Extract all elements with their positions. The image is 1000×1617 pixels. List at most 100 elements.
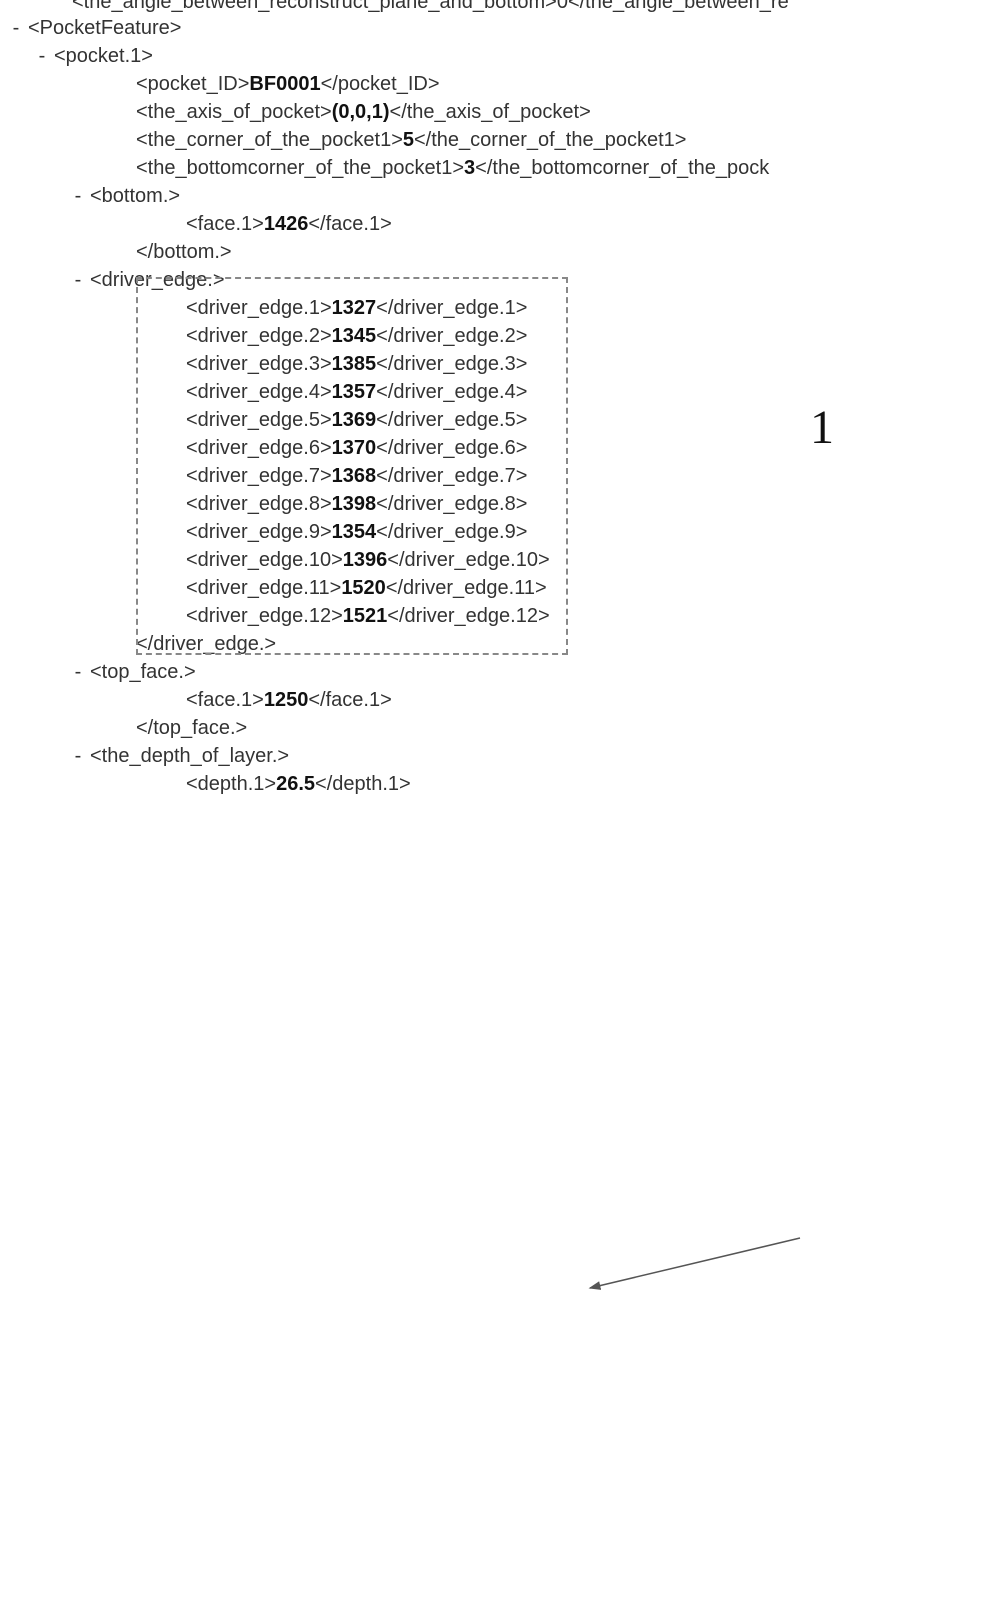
xml-line: <driver_edge.4>1357</driver_edge.4> [0,378,1000,406]
xml-close-tag: </driver_edge.10> [387,549,549,571]
xml-value: 1368 [332,465,377,487]
xml-open-tag: <driver_edge.11> [186,577,341,599]
xml-line: </driver_edge.> [0,630,1000,658]
xml-open-tag: <the_depth_of_layer.> [90,745,289,767]
xml-line: -<bottom.> [0,182,1000,210]
xml-value: 1396 [343,549,388,571]
xml-close-tag: </driver_edge.2> [376,325,527,347]
xml-open-tag: <driver_edge.8> [186,493,332,515]
xml-open-tag: <the_corner_of_the_pocket1> [136,129,403,151]
collapse-toggle[interactable]: - [10,14,22,42]
xml-value: BF0001 [249,73,320,95]
xml-line: <driver_edge.3>1385</driver_edge.3> [0,350,1000,378]
xml-line: <driver_edge.10>1396</driver_edge.10> [0,546,1000,574]
xml-value: 1345 [332,325,377,347]
xml-value: (0,0,1) [332,101,390,123]
xml-open-tag: <driver_edge.7> [186,465,332,487]
xml-value: 1426 [264,213,309,235]
xml-close-tag: </driver_edge.3> [376,353,527,375]
xml-close-tag: </driver_edge.8> [376,493,527,515]
annotation-arrow [0,798,1000,1617]
xml-open-tag: <driver_edge.10> [186,549,343,571]
xml-value: 1521 [343,605,388,627]
xml-value: 1520 [341,577,386,599]
xml-value: 1354 [332,521,377,543]
xml-close-tag: </driver_edge.11> [386,577,547,599]
xml-open-tag: <the_bottomcorner_of_the_pocket1> [136,157,464,179]
xml-value: 1369 [332,409,377,431]
xml-open-tag: </driver_edge.> [136,633,276,655]
xml-open-tag: </top_face.> [136,717,247,739]
xml-open-tag: <driver_edge.1> [186,297,332,319]
xml-line: -<the_depth_of_layer.> [0,742,1000,770]
xml-line: <depth.1>26.5</depth.1> [0,770,1000,798]
annotation-label-1: 1 [810,400,834,455]
xml-value: 26.5 [276,773,315,795]
xml-line: <the_bottomcorner_of_the_pocket1>3</the_… [0,154,1000,182]
xml-open-tag: <PocketFeature> [28,17,181,39]
xml-line: <the_axis_of_pocket>(0,0,1)</the_axis_of… [0,98,1000,126]
xml-close-tag: </the_corner_of_the_pocket1> [414,129,686,151]
xml-value: 1250 [264,689,309,711]
xml-line: <face.1>1250</face.1> [0,686,1000,714]
cutoff-line: <the_angle_between_reconstruct_plane_and… [0,0,1000,14]
xml-value: 5 [403,129,414,151]
collapse-toggle[interactable]: - [36,42,48,70]
xml-value: 1398 [332,493,377,515]
xml-line: <driver_edge.11>1520</driver_edge.11> [0,574,1000,602]
xml-close-tag: </face.1> [308,689,391,711]
xml-close-tag: </driver_edge.5> [376,409,527,431]
xml-close-tag: </depth.1> [315,773,411,795]
xml-value: 1385 [332,353,377,375]
xml-line: </top_face.> [0,714,1000,742]
xml-open-tag: </bottom.> [136,241,232,263]
xml-open-tag: <driver_edge.12> [186,605,343,627]
xml-line: <driver_edge.7>1368</driver_edge.7> [0,462,1000,490]
xml-lines: -<PocketFeature>-<pocket.1><pocket_ID>BF… [0,14,1000,798]
xml-line: <pocket_ID>BF0001</pocket_ID> [0,70,1000,98]
xml-line: <driver_edge.9>1354</driver_edge.9> [0,518,1000,546]
xml-line: <driver_edge.1>1327</driver_edge.1> [0,294,1000,322]
xml-value: 1327 [332,297,377,319]
xml-open-tag: <the_axis_of_pocket> [136,101,332,123]
xml-line: <face.1>1426</face.1> [0,210,1000,238]
collapse-toggle[interactable]: - [72,742,84,770]
xml-open-tag: <driver_edge.3> [186,353,332,375]
xml-close-tag: </face.1> [308,213,391,235]
xml-close-tag: </driver_edge.6> [376,437,527,459]
xml-line: -<driver_edge.> [0,266,1000,294]
xml-close-tag: </driver_edge.7> [376,465,527,487]
collapse-toggle[interactable]: - [72,182,84,210]
xml-open-tag: <bottom.> [90,185,180,207]
xml-open-tag: <face.1> [186,213,264,235]
xml-open-tag: <driver_edge.2> [186,325,332,347]
xml-open-tag: <driver_edge.4> [186,381,332,403]
xml-open-tag: <driver_edge.> [90,269,225,291]
xml-line: -<top_face.> [0,658,1000,686]
xml-open-tag: <face.1> [186,689,264,711]
xml-line: -<pocket.1> [0,42,1000,70]
xml-line: <driver_edge.6>1370</driver_edge.6> [0,434,1000,462]
xml-close-tag: </driver_edge.4> [376,381,527,403]
xml-line: <driver_edge.2>1345</driver_edge.2> [0,322,1000,350]
xml-viewer: <the_angle_between_reconstruct_plane_and… [0,0,1000,819]
xml-line: <driver_edge.12>1521</driver_edge.12> [0,602,1000,630]
xml-value: 1357 [332,381,377,403]
xml-close-tag: </driver_edge.9> [376,521,527,543]
xml-close-tag: </the_axis_of_pocket> [390,101,591,123]
xml-open-tag: <top_face.> [90,661,196,683]
xml-value: 3 [464,157,475,179]
xml-close-tag: </the_bottomcorner_of_the_pock [475,157,769,179]
xml-close-tag: </pocket_ID> [321,73,440,95]
xml-close-tag: </driver_edge.12> [387,605,549,627]
xml-line: <driver_edge.5>1369</driver_edge.5> [0,406,1000,434]
collapse-toggle[interactable]: - [72,266,84,294]
xml-line: <the_corner_of_the_pocket1>5</the_corner… [0,126,1000,154]
xml-open-tag: <depth.1> [186,773,276,795]
xml-line: -<PocketFeature> [0,14,1000,42]
xml-line: <driver_edge.8>1398</driver_edge.8> [0,490,1000,518]
xml-line: </bottom.> [0,238,1000,266]
cutoff-text: <the_angle_between_reconstruct_plane_and… [0,0,789,14]
collapse-toggle[interactable]: - [72,658,84,686]
xml-open-tag: <driver_edge.5> [186,409,332,431]
